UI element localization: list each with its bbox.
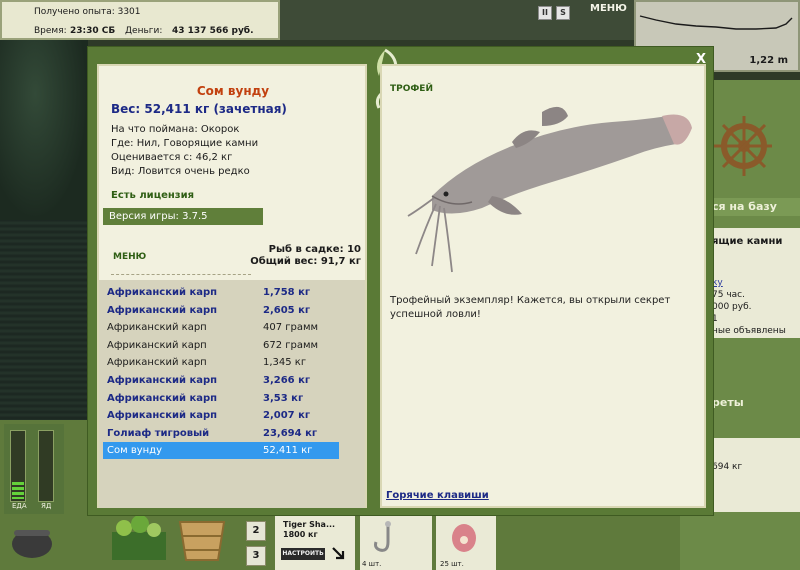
right-bottom-weight: 694 кг: [712, 462, 743, 472]
menu-button[interactable]: МЕНЮ: [113, 252, 146, 262]
catch-weight: 2,605 кг: [263, 304, 311, 316]
fish-count: Рыб в садке: 10: [268, 244, 361, 255]
vegetable-basket-icon[interactable]: [104, 510, 174, 566]
ham-bait-icon: [452, 524, 476, 552]
catch-name: Африканский карп: [107, 339, 207, 351]
poison-label: ЯД: [41, 502, 52, 510]
experience-text: Получено опыта: 3301: [34, 7, 141, 17]
food-gauge: [10, 430, 26, 502]
license-status: Есть лицензия: [111, 190, 195, 201]
money-label: Деньги:: [125, 26, 163, 36]
food-gauge-fill: [12, 482, 24, 499]
total-weight: Общий вес: 91,7 кг: [250, 256, 361, 267]
gauges: ЕДА ЯД: [4, 424, 64, 514]
catch-row[interactable]: Африканский карп 2,605 кг: [103, 302, 339, 319]
game-scene: [0, 40, 88, 420]
cauldron-icon[interactable]: [8, 520, 56, 560]
catch-weight: 407 грамм: [263, 322, 319, 334]
catch-weight: 23,694 кг: [263, 427, 318, 439]
catch-name: Африканский карп: [107, 357, 207, 369]
location-line-4: ные объявлены: [712, 326, 786, 336]
hook-icon: [374, 521, 391, 552]
info-rarity: Вид: Ловится очень редко: [111, 166, 250, 177]
catch-name: Сом вунду: [107, 445, 163, 457]
scene-trees: [0, 40, 88, 220]
bucket-icon[interactable]: [172, 510, 232, 566]
info-location: Где: Нил, Говорящие камни: [111, 138, 259, 149]
secrets-button[interactable]: реты: [712, 392, 800, 414]
catch-weight: 672 грамм: [263, 339, 319, 351]
slot-3-button[interactable]: 3: [246, 546, 266, 566]
fish-weight: Вес: 52,411 кг (зачетная): [111, 102, 287, 116]
catch-name: Африканский карп: [107, 392, 218, 404]
catch-row[interactable]: Африканский карп 1,345 кг: [103, 354, 339, 371]
food-label: ЕДА: [12, 502, 27, 510]
trophy-panel: ТРОФЕЙ Трофейный экземпляр! Кажется, вы …: [380, 64, 706, 508]
fish-info-panel: Сом вунду Вес: 52,411 кг (зачетная) На ч…: [97, 64, 367, 508]
location-line-1: 75 час.: [712, 290, 745, 300]
top-menu-button[interactable]: МЕНЮ: [590, 3, 627, 14]
money-value: 43 137 566 руб.: [172, 26, 254, 36]
tackle-name: Tiger Sha...: [283, 520, 336, 529]
catch-row-selected[interactable]: Сом вунду 52,411 кг: [103, 442, 339, 460]
top-icons: II S МЕНЮ: [530, 3, 630, 23]
catch-weight: 3,53 кг: [263, 392, 304, 404]
catch-row[interactable]: Голиаф тигровый 23,694 кг: [103, 425, 339, 442]
catch-weight: 1,345 кг: [263, 357, 307, 369]
bait-count: 25 шт.: [440, 560, 464, 568]
catch-name: Африканский карп: [107, 375, 218, 386]
game-version: Версия игры: 3.7.5: [103, 208, 263, 225]
location-info: ящие камни ку 75 час. 000 руб. 1 ные объ…: [712, 228, 800, 338]
poison-gauge: [38, 430, 54, 502]
fish-name: Сом вунду: [196, 84, 270, 98]
catch-name: Африканский карп: [107, 410, 218, 422]
right-bottom-info: 694 кг: [712, 438, 800, 512]
setup-button[interactable]: НАСТРОИТЬ: [281, 548, 325, 560]
catfish-image: [407, 106, 692, 273]
location-name: ящие камни: [712, 236, 783, 247]
depth-value: 1,22 m: [749, 55, 788, 66]
catch-name: Африканский карп: [107, 304, 218, 316]
arrow-icon: [332, 547, 345, 560]
catch-weight: 2,007 кг: [263, 410, 311, 422]
slot-2-button[interactable]: 2: [246, 521, 266, 541]
catch-row[interactable]: Африканский карп 3,53 кг: [103, 390, 339, 407]
bait-card[interactable]: 25 шт.: [436, 516, 496, 570]
catch-row[interactable]: Африканский карп 3,266 кг: [103, 372, 339, 389]
catch-weight: 3,266 кг: [263, 375, 311, 386]
go-to-base-button[interactable]: ся на базу: [712, 198, 800, 216]
hook-count: 4 шт.: [362, 560, 382, 568]
catch-row[interactable]: Африканский карп 2,007 кг: [103, 407, 339, 424]
catch-row[interactable]: Африканский карп 407 грамм: [103, 319, 339, 336]
catch-row[interactable]: Африканский карп 1,758 кг: [103, 284, 339, 301]
status-panel: Получено опыта: 3301 Время: 23:30 СБ Ден…: [0, 0, 280, 40]
hook-card[interactable]: 4 шт.: [360, 516, 432, 570]
tackle-weight: 1800 кг: [283, 530, 318, 539]
catch-row[interactable]: Африканский карп 672 грамм: [103, 337, 339, 354]
trophy-text: Трофейный экземпляр! Кажется, вы открыли…: [390, 295, 671, 320]
location-line-2: 000 руб.: [712, 302, 752, 312]
catch-list: Африканский карп 1,758 кг Африканский кар…: [99, 280, 365, 508]
catch-name: Африканский карп: [107, 322, 207, 334]
tackle-card: Tiger Sha... 1800 кг НАСТРОИТЬ: [275, 516, 355, 570]
scene-water: [0, 220, 88, 420]
time-value: 23:30 СБ: [70, 26, 116, 36]
info-threshold: Оценивается с: 46,2 кг: [111, 152, 233, 163]
sound-button[interactable]: S: [556, 6, 570, 20]
catch-name: Африканский карп: [107, 287, 218, 298]
info-bait: На что поймана: Окорок: [111, 124, 240, 135]
ship-wheel-icon: [714, 116, 772, 176]
catch-name: Голиаф тигровый: [107, 427, 210, 439]
divider: [111, 274, 251, 275]
catch-weight: 52,411 кг: [263, 445, 313, 457]
time-label: Время:: [34, 26, 67, 36]
hotkeys-link[interactable]: Горячие клавиши: [386, 490, 489, 501]
pause-button[interactable]: II: [538, 6, 552, 20]
catch-weight: 1,758 кг: [263, 287, 311, 298]
